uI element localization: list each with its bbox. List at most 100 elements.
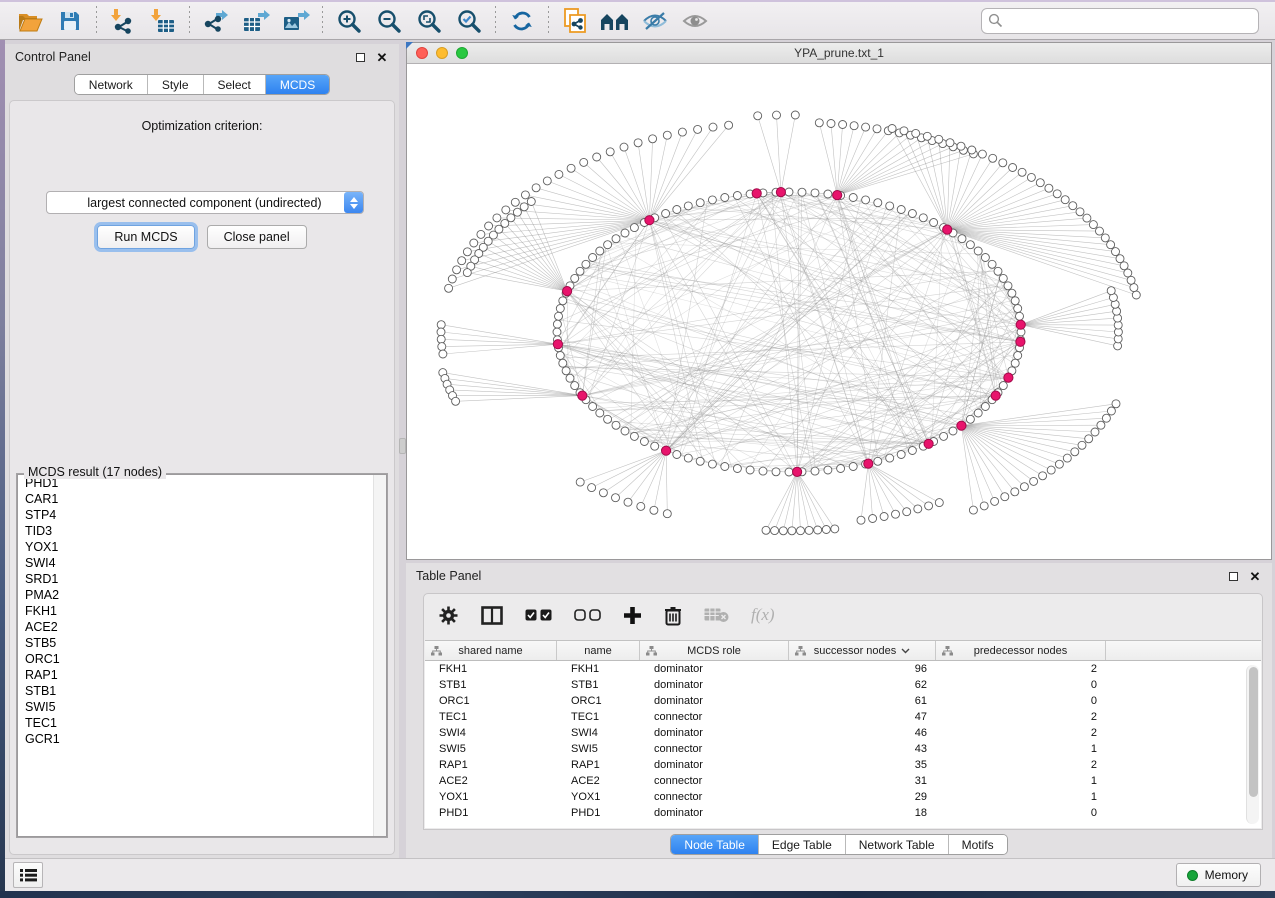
search-box [981, 8, 1259, 34]
cell-successor-nodes: 47 [789, 711, 936, 723]
close-panel-button[interactable]: ✕ [375, 50, 389, 64]
table-row[interactable]: SWI4SWI4dominator462 [425, 725, 1261, 741]
tab-mcds[interactable]: MCDS [266, 75, 329, 94]
export-table-icon [242, 8, 270, 34]
eye-slash-icon [641, 10, 669, 32]
mcds-result-item[interactable]: STP4 [18, 507, 386, 523]
table-row[interactable]: RAP1RAP1dominator352 [425, 757, 1261, 773]
table-row[interactable]: STB1STB1dominator620 [425, 677, 1261, 693]
mcds-result-item[interactable]: SWI4 [18, 555, 386, 571]
refresh-button[interactable] [502, 5, 542, 37]
memory-button[interactable]: Memory [1176, 863, 1261, 887]
panel-splitter-handle[interactable] [399, 438, 406, 454]
import-network-button[interactable] [103, 5, 143, 37]
cell-successor-nodes: 31 [789, 775, 936, 787]
mcds-result-item[interactable]: FKH1 [18, 603, 386, 619]
mcds-list-scrollbar[interactable] [373, 475, 386, 836]
zoom-fit-button[interactable] [409, 5, 449, 37]
node-table[interactable]: shared namenameMCDS rolesuccessor nodesp… [425, 640, 1261, 828]
tab-select[interactable]: Select [204, 75, 266, 94]
table-row[interactable]: SWI5SWI5connector431 [425, 741, 1261, 757]
table-row[interactable]: FKH1FKH1dominator962 [425, 661, 1261, 677]
table-row[interactable]: PHD1PHD1dominator180 [425, 805, 1261, 821]
show-panel-list-button[interactable] [13, 862, 43, 888]
open-session-button[interactable] [10, 5, 50, 37]
mcds-result-item[interactable]: STB1 [18, 683, 386, 699]
delete-column-button[interactable] [664, 605, 682, 626]
table-toolbar: f(x) [424, 594, 1262, 636]
cell-shared-name: YOX1 [425, 791, 557, 803]
tab-network-table[interactable]: Network Table [846, 835, 949, 854]
optimization-criterion-select[interactable]: largest connected component (undirected) [46, 191, 364, 214]
run-mcds-button[interactable]: Run MCDS [97, 225, 194, 249]
column-header-MCDS-role[interactable]: MCDS role [640, 641, 789, 660]
control-panel-title: Control Panel [15, 50, 345, 64]
cell-predecessor-nodes: 1 [936, 791, 1106, 803]
float-panel-button[interactable] [353, 50, 367, 64]
cell-shared-name: STB1 [425, 679, 557, 691]
new-network-from-selection-button[interactable] [555, 5, 595, 37]
mcds-result-item[interactable]: GCR1 [18, 731, 386, 747]
export-image-button[interactable] [276, 5, 316, 37]
mcds-result-item[interactable]: STB5 [18, 635, 386, 651]
show-column-button[interactable] [481, 606, 503, 625]
plus-icon [623, 606, 642, 625]
import-table-button[interactable] [143, 5, 183, 37]
mcds-result-item[interactable]: TEC1 [18, 715, 386, 731]
zoom-selected-button[interactable] [449, 5, 489, 37]
mcds-result-item[interactable]: CAR1 [18, 491, 386, 507]
mcds-result-list[interactable]: PHD1CAR1STP4TID3YOX1SWI4SRD1PMA2FKH1ACE2… [17, 474, 387, 837]
table-scrollbar[interactable] [1246, 665, 1259, 824]
show-all-button[interactable] [675, 5, 715, 37]
table-row[interactable]: TEC1TEC1connector472 [425, 709, 1261, 725]
unchecked-boxes-icon [574, 609, 601, 621]
deselect-all-button[interactable] [574, 609, 601, 621]
mcds-result-item[interactable]: ORC1 [18, 651, 386, 667]
columns-icon [481, 606, 503, 625]
select-all-button[interactable] [525, 609, 552, 621]
network-canvas[interactable] [407, 65, 1271, 559]
mcds-result-item[interactable]: ACE2 [18, 619, 386, 635]
mcds-result-item[interactable]: RAP1 [18, 667, 386, 683]
mcds-result-item[interactable]: SRD1 [18, 571, 386, 587]
table-row[interactable]: ACE2ACE2connector311 [425, 773, 1261, 789]
table-row[interactable]: YOX1YOX1connector291 [425, 789, 1261, 805]
fx-icon: f(x) [751, 605, 775, 625]
export-image-icon [282, 8, 310, 34]
close-table-panel-button[interactable]: ✕ [1248, 569, 1262, 583]
column-header-predecessor-nodes[interactable]: predecessor nodes [936, 641, 1106, 660]
mcds-result-item[interactable]: SWI5 [18, 699, 386, 715]
cell-successor-nodes: 46 [789, 727, 936, 739]
save-session-button[interactable] [50, 5, 90, 37]
tab-motifs[interactable]: Motifs [949, 835, 1007, 854]
tab-network[interactable]: Network [75, 75, 148, 94]
delete-table-button[interactable] [704, 607, 729, 623]
export-table-button[interactable] [236, 5, 276, 37]
mcds-result-item[interactable]: TID3 [18, 523, 386, 539]
table-settings-button[interactable] [438, 605, 459, 626]
node-table-header: shared namenameMCDS rolesuccessor nodesp… [425, 641, 1261, 661]
add-column-button[interactable] [623, 606, 642, 625]
column-header-name[interactable]: name [557, 641, 640, 660]
tab-edge-table[interactable]: Edge Table [759, 835, 846, 854]
network-window-titlebar[interactable]: YPA_prune.txt_1 [407, 43, 1271, 64]
hide-selected-button[interactable] [635, 5, 675, 37]
mcds-result-item[interactable]: YOX1 [18, 539, 386, 555]
dropdown-stepper-icon [344, 192, 363, 213]
mcds-result-item[interactable]: PMA2 [18, 587, 386, 603]
tab-node-table[interactable]: Node Table [671, 835, 759, 854]
first-neighbors-button[interactable] [595, 5, 635, 37]
float-table-panel-button[interactable] [1226, 569, 1240, 583]
column-header-shared-name[interactable]: shared name [425, 641, 557, 660]
zoom-selected-icon [456, 8, 482, 34]
zoom-out-button[interactable] [369, 5, 409, 37]
zoom-in-button[interactable] [329, 5, 369, 37]
column-header-successor-nodes[interactable]: successor nodes [789, 641, 936, 660]
function-builder-button[interactable]: f(x) [751, 605, 775, 625]
table-row[interactable]: ORC1ORC1dominator610 [425, 693, 1261, 709]
tab-style[interactable]: Style [148, 75, 204, 94]
export-network-button[interactable] [196, 5, 236, 37]
table-scrollbar-thumb[interactable] [1249, 667, 1258, 797]
search-input[interactable] [981, 8, 1259, 34]
close-panel-button-mcds[interactable]: Close panel [207, 225, 307, 249]
